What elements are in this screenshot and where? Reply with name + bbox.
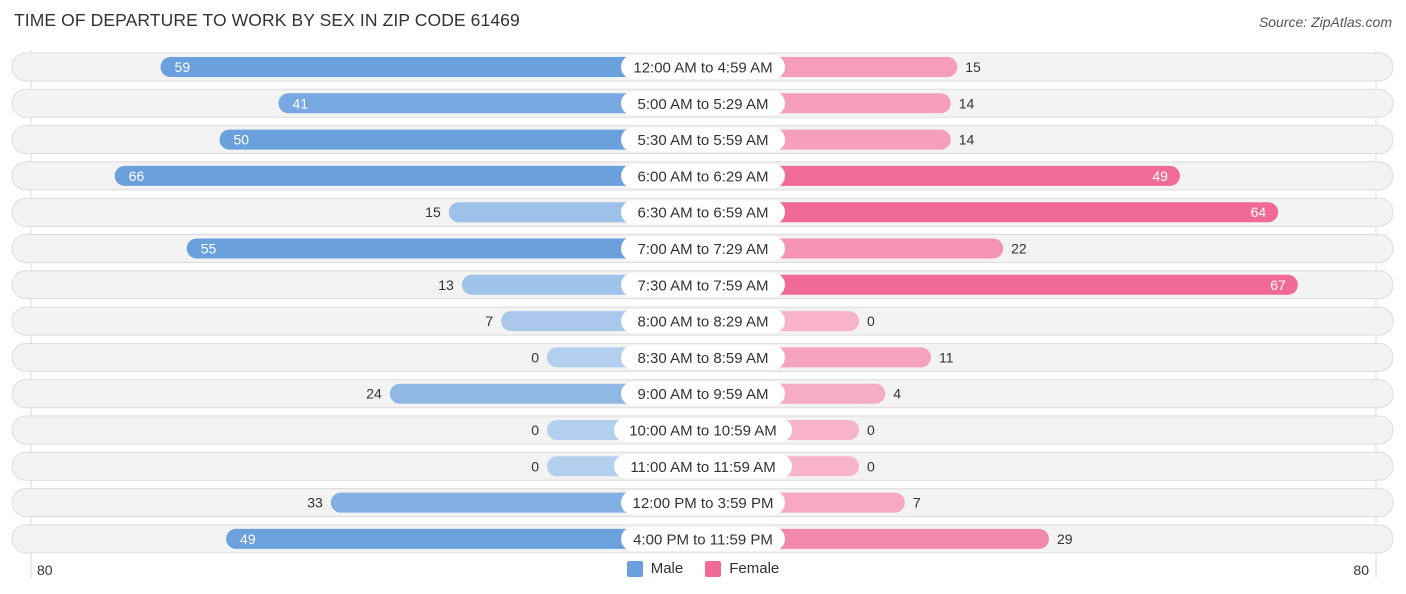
category-label: 6:00 AM to 6:29 AM (638, 168, 769, 185)
data-label-male: 55 (201, 241, 217, 257)
chart-row: 50 14 5:30 AM to 5:59 AM (11, 125, 1394, 155)
data-label-male: 49 (240, 531, 256, 547)
chart-row: 24 4 9:00 AM to 9:59 AM (11, 379, 1394, 409)
chart-row: 59 15 12:00 AM to 4:59 AM (11, 52, 1394, 82)
chart-row: 7 0 8:00 AM to 8:29 AM (11, 306, 1394, 336)
legend-label-female: Female (729, 560, 780, 577)
chart-row: 33 7 12:00 PM to 3:59 PM (11, 488, 1394, 518)
bar-female (703, 202, 1279, 223)
data-label-female: 14 (959, 132, 975, 148)
data-label-female: 7 (913, 495, 921, 511)
chart-row: 66 49 6:00 AM to 6:29 AM (11, 161, 1394, 191)
data-label-male: 0 (531, 458, 539, 474)
chart-row: 55 22 7:00 AM to 7:29 AM (11, 234, 1394, 263)
data-label-male: 0 (531, 349, 539, 365)
chart-row: 15 64 6:30 AM to 6:59 AM (11, 197, 1394, 227)
bar-male (114, 165, 703, 186)
data-label-female: 49 (1152, 168, 1168, 184)
category-label: 7:00 AM to 7:29 AM (638, 241, 769, 258)
data-label-male: 59 (175, 59, 191, 75)
category-label: 5:30 AM to 5:59 AM (638, 132, 769, 149)
chart-row: 0 0 11:00 AM to 11:59 AM (11, 451, 1394, 481)
data-label-female: 0 (867, 458, 875, 474)
chart-row: 41 14 5:00 AM to 5:29 AM (11, 88, 1394, 118)
data-label-female: 67 (1270, 277, 1286, 293)
category-label: 9:00 AM to 9:59 AM (638, 386, 769, 403)
category-label: 8:30 AM to 8:59 AM (638, 350, 769, 367)
bar-female (703, 274, 1298, 295)
category-label: 11:00 AM to 11:59 AM (630, 459, 775, 476)
data-label-female: 29 (1057, 531, 1073, 547)
chart-row: 0 11 8:30 AM to 8:59 AM (11, 342, 1394, 372)
legend-swatch-male (626, 560, 643, 577)
data-label-male: 7 (485, 313, 493, 329)
chart-row: 13 67 7:30 AM to 7:59 AM (11, 270, 1394, 300)
category-label: 8:00 AM to 8:29 AM (638, 314, 769, 331)
data-label-male: 15 (425, 204, 441, 220)
data-label-female: 4 (893, 386, 901, 402)
legend-item-male[interactable]: Male (626, 560, 684, 577)
category-label: 5:00 AM to 5:29 AM (638, 96, 769, 113)
category-label: 6:30 AM to 6:59 AM (638, 205, 769, 222)
legend: Male Female (0, 560, 1406, 577)
data-label-male: 0 (531, 422, 539, 438)
data-label-female: 64 (1251, 204, 1267, 220)
legend-label-male: Male (650, 560, 684, 577)
legend-item-female[interactable]: Female (705, 560, 779, 577)
category-label: 7:30 AM to 7:59 AM (638, 277, 769, 294)
data-label-male: 50 (234, 132, 250, 148)
data-label-female: 15 (965, 59, 981, 75)
data-label-male: 33 (307, 495, 323, 511)
data-label-male: 24 (366, 386, 382, 402)
data-label-female: 11 (939, 349, 954, 365)
chart-row: 0 0 10:00 AM to 10:59 AM (11, 415, 1394, 445)
data-label-female: 14 (959, 95, 975, 111)
category-label: 4:00 PM to 11:59 PM (633, 531, 773, 548)
chart-canvas: 59 15 12:00 AM to 4:59 AM 41 14 5:00 AM to 5:… (11, 50, 1394, 578)
data-label-male: 66 (129, 168, 145, 184)
category-label: 12:00 AM to 4:59 AM (633, 60, 772, 77)
data-label-male: 41 (292, 95, 308, 111)
category-label: 12:00 PM to 3:59 PM (633, 495, 774, 512)
data-label-male: 13 (438, 277, 454, 293)
legend-swatch-female (705, 560, 722, 577)
chart-row: 49 29 4:00 PM to 11:59 PM (11, 524, 1394, 554)
category-label: 10:00 AM to 10:59 AM (629, 423, 777, 440)
data-label-female: 0 (867, 313, 875, 329)
data-label-female: 0 (867, 422, 875, 438)
data-label-female: 22 (1011, 241, 1027, 257)
